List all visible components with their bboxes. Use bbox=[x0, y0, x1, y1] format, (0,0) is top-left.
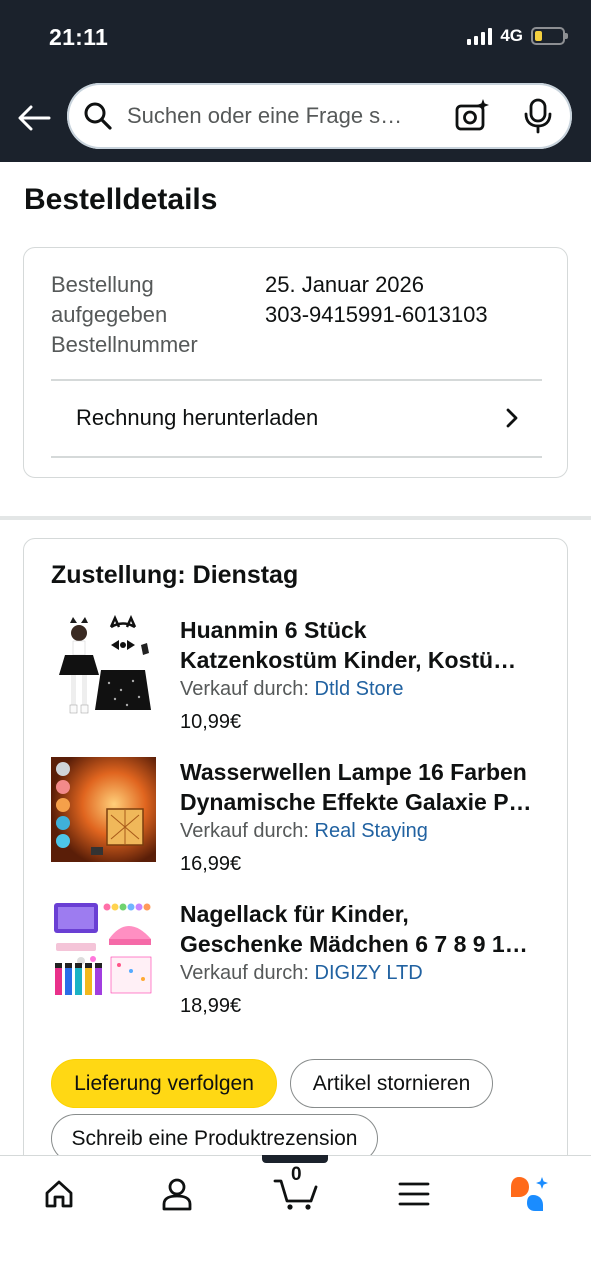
delivery-title: Zustellung: Dienstag bbox=[51, 561, 299, 589]
section-separator bbox=[0, 516, 591, 520]
hamburger-menu-icon bbox=[398, 1182, 430, 1206]
camera-search-icon[interactable] bbox=[454, 98, 490, 134]
cancel-item-button[interactable]: Artikel stornieren bbox=[290, 1059, 493, 1108]
product-title[interactable]: Nagellack für Kinder, Geschenke Mädchen … bbox=[180, 899, 550, 959]
order-item[interactable]: Wasserwellen Lampe 16 Farben Dynamische … bbox=[51, 757, 551, 887]
product-title[interactable]: Huanmin 6 Stück Katzenkostüm Kinder, Kos… bbox=[180, 615, 550, 675]
status-time: 21:11 bbox=[49, 24, 109, 50]
label-order-placed-line2: aufgegeben bbox=[51, 302, 168, 327]
product-title-line1: Huanmin 6 Stück bbox=[180, 617, 367, 643]
home-icon bbox=[45, 1180, 73, 1208]
order-meta-labels: Bestellung aufgegeben Bestellnummer bbox=[51, 270, 198, 360]
order-item[interactable]: Nagellack für Kinder, Geschenke Mädchen … bbox=[51, 899, 551, 1029]
label-order-placed-line1: Bestellung bbox=[51, 272, 154, 297]
seller-info: Verkauf durch: Real Staying bbox=[180, 820, 428, 843]
track-delivery-button[interactable]: Lieferung verfolgen bbox=[51, 1059, 277, 1108]
chevron-right-icon bbox=[506, 408, 518, 428]
seller-link[interactable]: Dtld Store bbox=[315, 678, 404, 700]
product-price: 18,99€ bbox=[180, 995, 242, 1017]
seller-link[interactable]: Real Staying bbox=[315, 820, 428, 842]
order-date: 25. Januar 2026 bbox=[265, 272, 425, 297]
nav-drag-handle[interactable] bbox=[262, 1155, 328, 1163]
product-title-line1: Nagellack für Kinder, bbox=[180, 901, 409, 927]
back-button[interactable] bbox=[14, 98, 54, 138]
status-indicators: 4G bbox=[467, 26, 568, 46]
seller-link[interactable]: DIGIZY LTD bbox=[315, 962, 423, 984]
rufus-assistant-icon bbox=[511, 1177, 548, 1211]
nav-rufus-assistant[interactable] bbox=[500, 1174, 560, 1214]
order-number: 303-9415991-6013103 bbox=[265, 302, 488, 327]
seller-prefix: Verkauf durch: bbox=[180, 678, 309, 700]
seller-prefix: Verkauf durch: bbox=[180, 962, 309, 984]
product-image-nail-polish[interactable] bbox=[51, 899, 156, 1004]
bottom-navigation: 0 bbox=[0, 1155, 591, 1280]
network-type: 4G bbox=[500, 26, 523, 45]
order-meta-values: 25. Januar 2026 303-9415991-6013103 bbox=[265, 270, 488, 330]
arrow-left-icon bbox=[18, 105, 51, 131]
order-item[interactable]: Huanmin 6 Stück Katzenkostüm Kinder, Kos… bbox=[51, 615, 551, 745]
search-input[interactable] bbox=[127, 103, 444, 129]
delivery-card: Zustellung: Dienstag Huanmin 6 Stück Kat… bbox=[23, 538, 568, 1188]
label-order-number: Bestellnummer bbox=[51, 332, 198, 357]
product-title-line2: Dynamische Effekte Galaxie P… bbox=[180, 789, 532, 815]
search-icon bbox=[84, 102, 112, 130]
page-title: Bestelldetails bbox=[24, 183, 218, 216]
product-title-line2: Geschenke Mädchen 6 7 8 9 1… bbox=[180, 931, 528, 957]
product-image-water-lamp[interactable] bbox=[51, 757, 156, 862]
nav-home[interactable] bbox=[29, 1174, 89, 1214]
product-title[interactable]: Wasserwellen Lampe 16 Farben Dynamische … bbox=[180, 757, 550, 817]
nav-cart[interactable]: 0 bbox=[266, 1164, 326, 1214]
product-image-cat-costume[interactable] bbox=[51, 615, 156, 720]
user-icon bbox=[162, 1178, 192, 1211]
seller-info: Verkauf durch: Dtld Store bbox=[180, 678, 403, 701]
microphone-icon[interactable] bbox=[522, 98, 554, 134]
product-title-line1: Wasserwellen Lampe 16 Farben bbox=[180, 759, 527, 785]
signal-icon bbox=[467, 27, 493, 45]
search-bar[interactable] bbox=[67, 83, 572, 149]
divider bbox=[51, 456, 542, 458]
nav-menu[interactable] bbox=[384, 1174, 444, 1214]
seller-info: Verkauf durch: DIGIZY LTD bbox=[180, 962, 423, 985]
nav-account[interactable] bbox=[147, 1174, 207, 1214]
product-price: 10,99€ bbox=[180, 711, 242, 733]
cart-count-badge: 0 bbox=[291, 1164, 302, 1185]
download-invoice-label: Rechnung herunterladen bbox=[76, 405, 319, 430]
product-price: 16,99€ bbox=[180, 853, 242, 875]
app-header: 21:11 4G bbox=[0, 0, 591, 162]
download-invoice-row[interactable]: Rechnung herunterladen bbox=[51, 380, 542, 456]
seller-prefix: Verkauf durch: bbox=[180, 820, 309, 842]
order-summary-card: Bestellung aufgegeben Bestellnummer 25. … bbox=[23, 247, 568, 478]
product-title-line2: Katzenkostüm Kinder, Kostü… bbox=[180, 647, 517, 673]
battery-icon bbox=[531, 27, 568, 45]
